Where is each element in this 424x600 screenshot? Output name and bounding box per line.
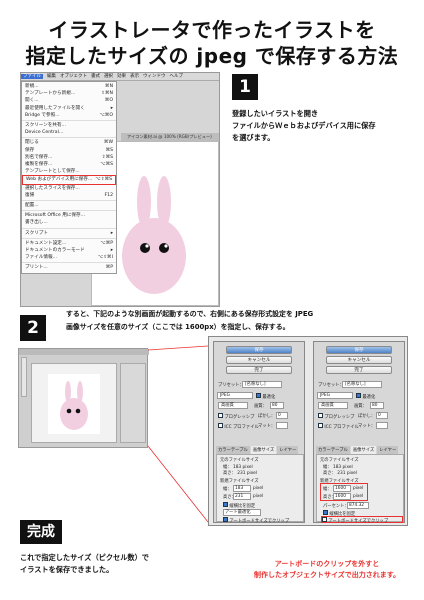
quality-select[interactable]: 高画質 bbox=[218, 402, 248, 409]
constrain-check[interactable]: 縦横比を固定 bbox=[223, 502, 255, 509]
tab-layers[interactable]: レイヤー bbox=[277, 446, 299, 454]
orig-size-label: 元のファイルサイズ bbox=[220, 458, 259, 463]
image-size-pane: 元のファイルサイズ 幅： 183 pixel 高さ： 231 pixel 新規フ… bbox=[216, 454, 304, 524]
width-unit: pixel bbox=[353, 486, 364, 491]
progressive-check[interactable]: プログレッシブ bbox=[318, 413, 354, 420]
height-unit: pixel bbox=[353, 494, 364, 499]
settings-panel-left: 保存 キャンセル 完了 プリセット： [名称なし] JPEG 最適化 高画質 画… bbox=[213, 341, 305, 524]
matte-label: マット： bbox=[358, 424, 376, 429]
preset-select[interactable]: [名称なし] bbox=[242, 381, 282, 388]
quality-label: 画質： bbox=[354, 404, 367, 409]
orig-size-label: 元のファイルサイズ bbox=[320, 458, 359, 463]
blur-input[interactable]: 0 bbox=[376, 412, 388, 419]
height-input[interactable]: 1600 bbox=[333, 493, 351, 500]
done-badge: 完成 bbox=[20, 520, 62, 544]
quality-select[interactable]: 高画質 bbox=[318, 402, 348, 409]
width-input[interactable]: 1600 bbox=[333, 485, 351, 492]
clip-check-highlight[interactable]: アートボードサイズでクリップ bbox=[321, 516, 403, 524]
tab-bar: カラーテーブル 画像サイズ レイヤー bbox=[316, 446, 399, 454]
icc-check[interactable]: ICC プロファイル bbox=[218, 423, 259, 430]
icc-check[interactable]: ICC プロファイル bbox=[318, 423, 359, 430]
preset-label: プリセット： bbox=[318, 383, 344, 388]
cancel-button[interactable]: キャンセル bbox=[226, 356, 292, 364]
tab-color-table[interactable]: カラーテーブル bbox=[216, 446, 250, 454]
tab-color-table[interactable]: カラーテーブル bbox=[316, 446, 350, 454]
image-size-pane: 元のファイルサイズ 幅： 183 pixel 高さ： 231 pixel 新規フ… bbox=[316, 454, 404, 524]
matte-label: マット： bbox=[258, 424, 276, 429]
preset-label: プリセット： bbox=[218, 383, 244, 388]
tab-layers[interactable]: レイヤー bbox=[377, 446, 399, 454]
percent-input[interactable]: 874.32 bbox=[347, 502, 369, 509]
quality-label: 画質： bbox=[254, 404, 267, 409]
blur-label: ぼかし： bbox=[358, 414, 376, 419]
optimize-check[interactable]: 最適化 bbox=[356, 393, 375, 400]
optimize-check[interactable]: 最適化 bbox=[256, 393, 275, 400]
settings-panel-right: 保存 キャンセル 完了 プリセット： [名称なし] JPEG 最適化 高画質 画… bbox=[313, 341, 405, 524]
height-unit: pixel bbox=[253, 494, 264, 499]
clip-check[interactable]: アートボードサイズでクリップ bbox=[223, 517, 289, 524]
format-select[interactable]: JPEG bbox=[217, 392, 253, 399]
new-size-label: 新規ファイルサイズ bbox=[220, 479, 259, 484]
matte-select[interactable] bbox=[276, 422, 288, 429]
percent-label: パーセント： bbox=[323, 504, 349, 509]
progressive-check[interactable]: プログレッシブ bbox=[218, 413, 254, 420]
tab-bar: カラーテーブル 画像サイズ レイヤー bbox=[216, 446, 299, 454]
save-button[interactable]: 保存 bbox=[326, 346, 392, 354]
save-button[interactable]: 保存 bbox=[226, 346, 292, 354]
orig-height: 高さ： 231 pixel bbox=[223, 471, 258, 476]
width-input[interactable]: 183 bbox=[233, 485, 251, 492]
height-input[interactable]: 231 bbox=[233, 493, 251, 500]
clip-note: アートボードのクリップを外すと 制作したオブジェクトサイズで出力されます。 bbox=[253, 560, 401, 579]
quality-input[interactable]: 80 bbox=[270, 402, 284, 409]
cancel-button[interactable]: キャンセル bbox=[326, 356, 392, 364]
quality-method-select[interactable]: アート最適化 bbox=[223, 509, 261, 516]
blur-label: ぼかし： bbox=[258, 414, 276, 419]
blur-input[interactable]: 0 bbox=[276, 412, 288, 419]
matte-select[interactable] bbox=[376, 422, 388, 429]
settings-zoom-frame: 保存 キャンセル 完了 プリセット： [名称なし] JPEG 最適化 高画質 画… bbox=[208, 336, 408, 526]
width-label: 幅： bbox=[323, 487, 332, 492]
tab-image-size[interactable]: 画像サイズ bbox=[350, 446, 377, 454]
width-label: 幅： bbox=[223, 487, 232, 492]
width-unit: pixel bbox=[253, 486, 264, 491]
done-button[interactable]: 完了 bbox=[226, 366, 292, 374]
orig-height: 高さ： 231 pixel bbox=[323, 471, 358, 476]
quality-input[interactable]: 80 bbox=[370, 402, 384, 409]
format-select[interactable]: JPEG bbox=[317, 392, 353, 399]
done-text: これで指定したサイズ（ピクセル数）で イラストを保存できました。 bbox=[20, 553, 149, 574]
preset-select[interactable]: [名称なし] bbox=[342, 381, 382, 388]
tab-image-size[interactable]: 画像サイズ bbox=[250, 446, 277, 454]
done-button[interactable]: 完了 bbox=[326, 366, 392, 374]
